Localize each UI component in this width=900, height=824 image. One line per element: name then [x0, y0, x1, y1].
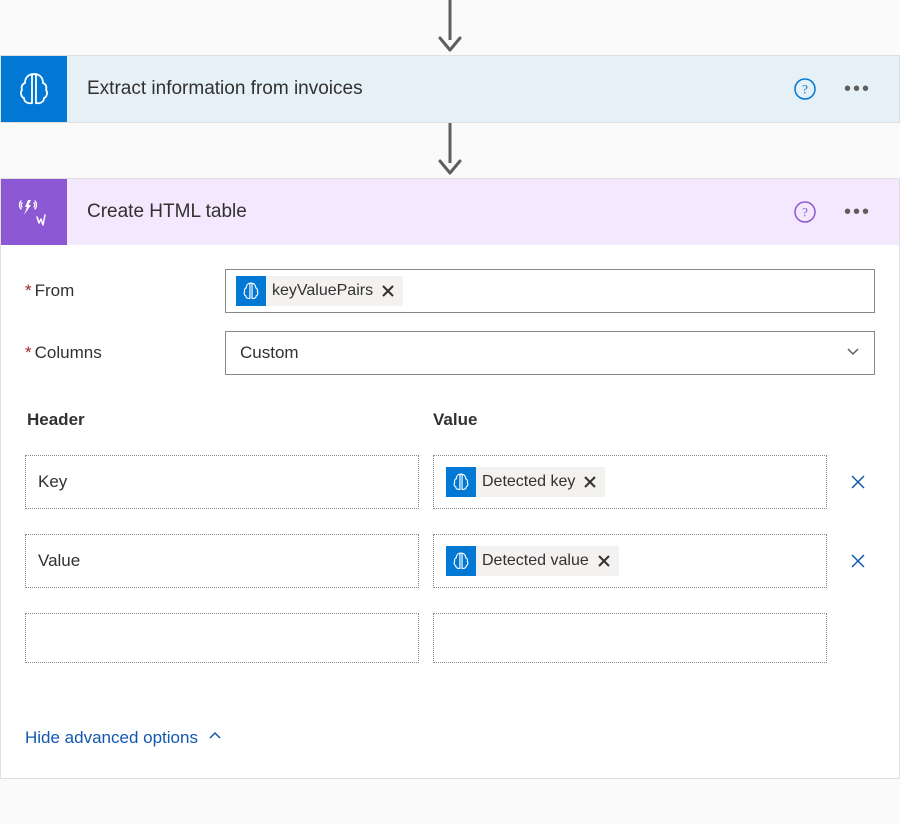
token-remove-icon[interactable]	[379, 282, 397, 300]
token-keyvaluepairs[interactable]: keyValuePairs	[236, 276, 403, 306]
columns-row: Value Detected value	[25, 534, 875, 588]
token-label: Detected key	[482, 473, 575, 491]
value-cell[interactable]: Detected value	[433, 534, 827, 588]
step-extract-invoices[interactable]: Extract information from invoices ? •••	[0, 55, 900, 123]
header-cell[interactable]: Value	[25, 534, 419, 588]
columns-value: Custom	[240, 343, 299, 363]
header-cell[interactable]: Key	[25, 455, 419, 509]
columns-row-empty	[25, 613, 875, 663]
step-header[interactable]: Create HTML table ? •••	[1, 179, 899, 245]
help-icon[interactable]: ?	[794, 201, 816, 223]
svg-text:?: ?	[802, 82, 808, 97]
flow-arrow-top	[0, 0, 900, 55]
data-ops-icon	[1, 179, 67, 245]
header-cell[interactable]	[25, 613, 419, 663]
more-menu-icon[interactable]: •••	[836, 78, 879, 101]
step-title: Create HTML table	[87, 201, 774, 223]
step-title: Extract information from invoices	[87, 78, 774, 100]
columns-label: *Columns	[25, 343, 225, 363]
token-detected-key[interactable]: Detected key	[446, 467, 605, 497]
columns-row: Key Detected key	[25, 455, 875, 509]
value-cell[interactable]	[433, 613, 827, 663]
column-header-header: Header	[27, 410, 419, 430]
columns-select[interactable]: Custom	[225, 331, 875, 375]
value-cell[interactable]: Detected key	[433, 455, 827, 509]
brain-icon	[446, 467, 476, 497]
flow-arrow-mid	[0, 123, 900, 178]
token-label: Detected value	[482, 552, 589, 570]
chevron-up-icon	[208, 728, 222, 748]
delete-row-button[interactable]	[841, 551, 875, 571]
column-header-value: Value	[433, 410, 825, 430]
token-remove-icon[interactable]	[595, 552, 613, 570]
brain-icon	[446, 546, 476, 576]
token-detected-value[interactable]: Detected value	[446, 546, 619, 576]
from-field[interactable]: keyValuePairs	[225, 269, 875, 313]
chevron-down-icon	[846, 343, 860, 363]
token-label: keyValuePairs	[272, 282, 373, 300]
hide-advanced-options-toggle[interactable]: Hide advanced options	[25, 728, 222, 748]
from-label: *From	[25, 281, 225, 301]
more-menu-icon[interactable]: •••	[836, 201, 879, 224]
brain-icon	[1, 56, 67, 122]
delete-row-button[interactable]	[841, 472, 875, 492]
token-remove-icon[interactable]	[581, 473, 599, 491]
svg-text:?: ?	[802, 205, 808, 220]
brain-icon	[236, 276, 266, 306]
step-create-html-table: Create HTML table ? ••• *From keyValuePa…	[0, 178, 900, 779]
help-icon[interactable]: ?	[794, 78, 816, 100]
